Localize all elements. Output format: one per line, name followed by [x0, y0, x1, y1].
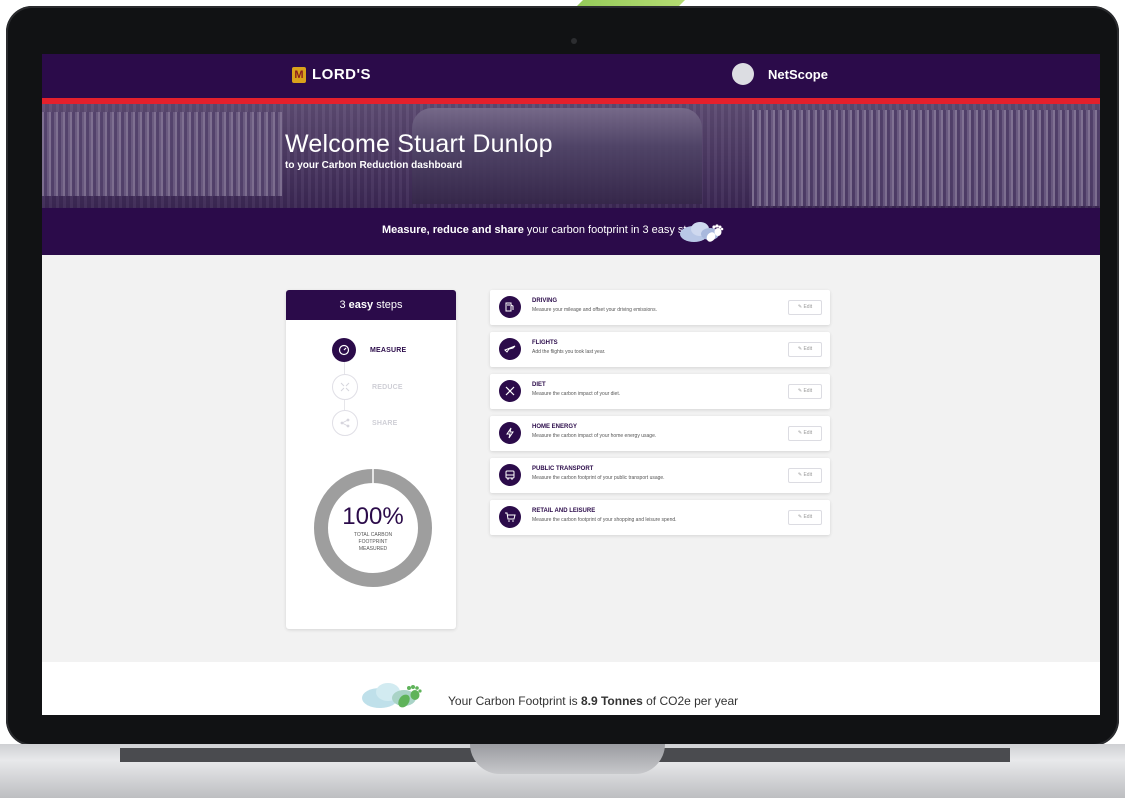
gauge-icon — [332, 338, 356, 362]
edit-button[interactable]: ✎ Edit — [788, 384, 822, 399]
category-desc: Measure the carbon impact of your diet. — [532, 391, 621, 397]
edit-button[interactable]: ✎ Edit — [788, 510, 822, 525]
page-title: Welcome Stuart Dunlop — [285, 130, 553, 158]
user-menu[interactable]: NetScope — [732, 63, 828, 85]
steps-header-prefix: 3 — [339, 299, 349, 311]
step-connector — [344, 362, 345, 374]
category-list: DRIVING Measure your mileage and offset … — [490, 290, 830, 542]
cloud-footprint-icon — [680, 222, 724, 242]
steps-header-suffix: steps — [373, 299, 403, 311]
edit-button[interactable]: ✎ Edit — [788, 426, 822, 441]
arrows-in-icon — [332, 374, 358, 400]
footprint-suffix: of CO2e per year — [642, 694, 739, 708]
footprint-prefix: Your Carbon Footprint is — [448, 694, 581, 708]
category-title: FLIGHTS — [532, 340, 558, 346]
top-navbar: M LORD'S NetScope — [42, 54, 1100, 98]
page-subtitle: to your Carbon Reduction dashboard — [285, 160, 463, 171]
webcam — [571, 38, 577, 44]
step-label: SHARE — [372, 419, 398, 427]
user-name: NetScope — [768, 66, 828, 82]
step-reduce[interactable]: REDUCE — [332, 374, 403, 400]
steps-tagline: Measure, reduce and share your carbon fo… — [382, 224, 704, 236]
banner-overlay — [42, 104, 1100, 208]
category-title: RETAIL AND LEISURE — [532, 508, 596, 514]
lightning-icon — [499, 422, 521, 444]
edit-button[interactable]: ✎ Edit — [788, 468, 822, 483]
screen: M LORD'S NetScope Welcome Stuart Dunlop … — [42, 54, 1100, 715]
steps-strip: Measure, reduce and share your carbon fo… — [42, 208, 1100, 255]
laptop-notch — [470, 744, 665, 774]
category-title: DIET — [532, 382, 546, 388]
category-desc: Measure your mileage and offset your dri… — [532, 307, 657, 313]
category-title: HOME ENERGY — [532, 424, 578, 430]
footprint-summary: Your Carbon Footprint is 8.9 Tonnes of C… — [42, 662, 1100, 715]
share-icon — [332, 410, 358, 436]
avatar[interactable] — [732, 63, 754, 85]
progress-donut: 100% TOTAL CARBON FOOTPRINT MEASURED — [313, 468, 433, 588]
step-share[interactable]: SHARE — [332, 410, 398, 436]
steps-card: 3 easy steps MEASURE REDUCE SHARE 100% T… — [286, 290, 456, 629]
footprint-text: Your Carbon Footprint is 8.9 Tonnes of C… — [448, 694, 738, 708]
category-retail-leisure[interactable]: RETAIL AND LEISURE Measure the carbon fo… — [490, 500, 830, 535]
step-label: REDUCE — [372, 383, 403, 391]
brand-logo[interactable]: M LORD'S — [292, 66, 371, 83]
steps-header-bold: easy — [348, 299, 374, 311]
progress-label-line: TOTAL CARBON — [353, 532, 393, 538]
cloud-footprint-icon — [362, 683, 422, 708]
progress-label-line: FOOTPRINT — [358, 539, 388, 545]
category-desc: Add the flights you took last year. — [532, 349, 606, 355]
progress-label: TOTAL CARBON FOOTPRINT MEASURED — [348, 532, 398, 553]
category-title: DRIVING — [532, 298, 558, 304]
utensils-icon — [499, 380, 521, 402]
edit-button[interactable]: ✎ Edit — [788, 342, 822, 357]
category-title: PUBLIC TRANSPORT — [532, 466, 594, 472]
category-driving[interactable]: DRIVING Measure your mileage and offset … — [490, 290, 830, 325]
category-desc: Measure the carbon footprint of your sho… — [532, 517, 677, 523]
steps-card-header: 3 easy steps — [286, 290, 456, 320]
progress-percent: 100% — [342, 503, 404, 530]
progress-label-line: MEASURED — [358, 546, 388, 552]
category-public-transport[interactable]: PUBLIC TRANSPORT Measure the carbon foot… — [490, 458, 830, 493]
category-desc: Measure the carbon impact of your home e… — [532, 433, 657, 439]
step-measure[interactable]: MEASURE — [332, 338, 406, 362]
category-desc: Measure the carbon footprint of your pub… — [532, 475, 665, 481]
category-diet[interactable]: DIET Measure the carbon impact of your d… — [490, 374, 830, 409]
footprint-value: 8.9 Tonnes — [580, 694, 643, 708]
cart-icon — [499, 506, 521, 528]
edit-button[interactable]: ✎ Edit — [788, 300, 822, 315]
brand-mark-icon: M — [292, 66, 306, 83]
bus-icon — [499, 464, 521, 486]
category-flights[interactable]: FLIGHTS Add the flights you took last ye… — [490, 332, 830, 367]
steps-tagline-bold: Measure, reduce and share — [382, 224, 524, 236]
step-label: MEASURE — [370, 346, 407, 354]
brand-name: LORD'S — [312, 66, 372, 83]
fuel-pump-icon — [499, 296, 521, 318]
plane-icon — [499, 338, 521, 360]
category-home-energy[interactable]: HOME ENERGY Measure the carbon impact of… — [490, 416, 830, 451]
welcome-banner: Welcome Stuart Dunlop to your Carbon Red… — [42, 104, 1100, 208]
